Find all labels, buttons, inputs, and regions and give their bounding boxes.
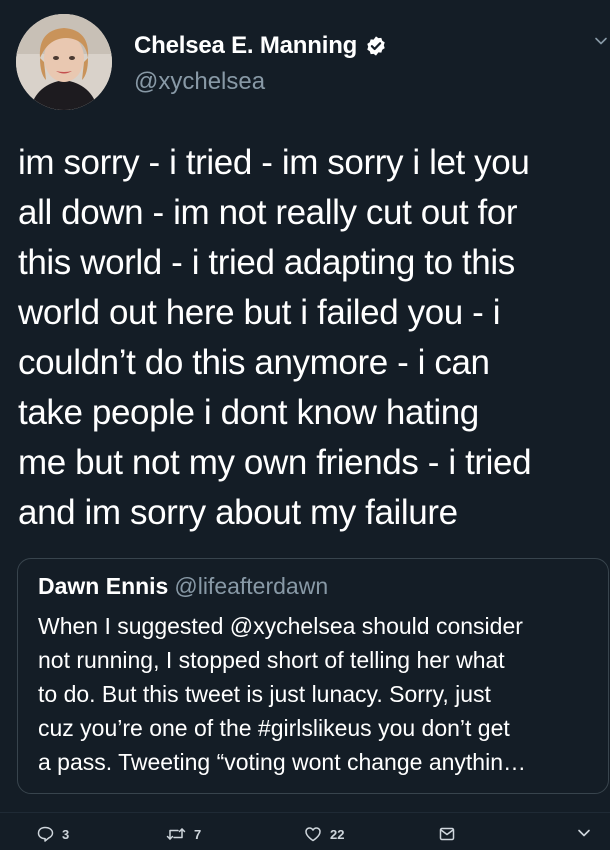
- quoted-tweet[interactable]: Dawn Ennis @lifeafterdawn When I suggeste…: [17, 558, 609, 794]
- retweet-icon: [166, 825, 186, 843]
- action-bar: 3 7 22: [0, 812, 610, 850]
- like-icon: [304, 825, 322, 843]
- tweet-text: im sorry - i tried - im sorry i let you …: [18, 143, 532, 532]
- retweet-count: 7: [194, 826, 202, 842]
- direct-message-button[interactable]: [438, 825, 456, 843]
- share-button[interactable]: [576, 825, 592, 841]
- author-name-row: Chelsea E. Manning: [134, 30, 387, 62]
- like-button[interactable]: 22: [304, 825, 344, 843]
- reply-button[interactable]: 3: [36, 825, 69, 843]
- retweet-button[interactable]: 7: [166, 825, 201, 843]
- reply-count: 3: [62, 826, 70, 842]
- like-count: 22: [330, 826, 345, 842]
- quoted-tweet-header: Dawn Ennis @lifeafterdawn: [38, 573, 328, 600]
- avatar-image: [16, 14, 112, 110]
- quoted-author-handle: @lifeafterdawn: [174, 573, 329, 599]
- author-name[interactable]: Chelsea E. Manning: [134, 32, 357, 60]
- verified-icon: [365, 35, 387, 57]
- avatar[interactable]: [16, 14, 112, 110]
- quoted-author-name: Dawn Ennis: [38, 573, 169, 599]
- reply-icon: [36, 825, 54, 843]
- direct-message-icon: [438, 825, 456, 843]
- share-chevron-icon: [576, 825, 592, 841]
- tweet-card: Chelsea E. Manning @xychelsea im sorry -…: [0, 0, 610, 849]
- author-handle[interactable]: @xychelsea: [134, 68, 265, 96]
- more-chevron-icon[interactable]: [594, 34, 608, 48]
- quoted-tweet-text: When I suggested @xychelsea should consi…: [38, 613, 526, 775]
